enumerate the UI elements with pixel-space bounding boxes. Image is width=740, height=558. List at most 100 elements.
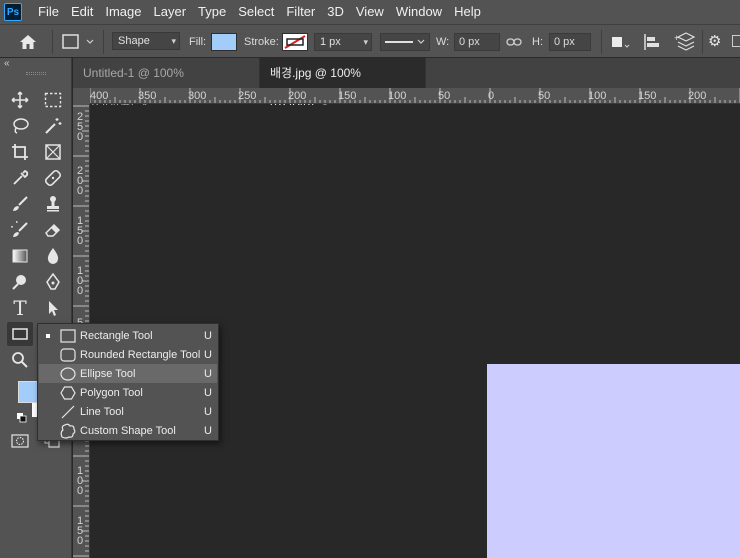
- menu-bar: Ps File Edit Image Layer Type Select Fil…: [0, 0, 740, 24]
- tab-untitled-1[interactable]: Untitled-1 @ 100% (RGB/8#)×: [73, 58, 260, 110]
- eyedropper-tool-icon[interactable]: [7, 166, 33, 190]
- flyout-item-label: Custom Shape Tool: [80, 424, 176, 437]
- menu-filter[interactable]: Filter: [280, 0, 321, 24]
- ruler-label: 1 5 0: [76, 515, 84, 547]
- polygon-icon: [59, 385, 77, 401]
- type-tool-icon[interactable]: T: [7, 296, 33, 320]
- height-field[interactable]: 0 px: [549, 33, 591, 51]
- brush-tool-icon[interactable]: [7, 192, 33, 216]
- document-tab-bar: Untitled-1 @ 100% (RGB/8#)× 배경.jpg @ 100…: [73, 58, 740, 110]
- foreground-color-swatch[interactable]: [18, 381, 38, 403]
- ruler-label: 2 0 0: [76, 165, 84, 197]
- flyout-item-label: Ellipse Tool: [80, 367, 136, 380]
- stroke-type-select[interactable]: [380, 33, 430, 51]
- pen-tool-icon[interactable]: [40, 270, 66, 294]
- flyout-item-label: Line Tool: [80, 405, 124, 418]
- line-icon: [59, 404, 77, 420]
- fill-color-swatch[interactable]: [211, 33, 237, 51]
- menu-select[interactable]: Select: [232, 0, 280, 24]
- eraser-tool-icon[interactable]: [40, 218, 66, 242]
- flyout-item-label: Rounded Rectangle Tool: [80, 348, 201, 361]
- flyout-item-rounded-rectangle[interactable]: Rounded Rectangle Tool U: [39, 345, 217, 364]
- menu-view[interactable]: View: [350, 0, 390, 24]
- menu-edit[interactable]: Edit: [65, 0, 99, 24]
- height-label: H:: [532, 36, 543, 48]
- options-separator: [601, 30, 602, 54]
- menu-image[interactable]: Image: [99, 0, 147, 24]
- tab-background-jpg[interactable]: 배경.jpg @ 100% (RGB/8)×: [260, 58, 426, 110]
- menu-help[interactable]: Help: [448, 0, 487, 24]
- menu-file[interactable]: File: [32, 0, 65, 24]
- gradient-tool-icon[interactable]: [7, 244, 33, 268]
- ruler-label: 350: [138, 90, 157, 102]
- photoshop-logo-icon: Ps: [4, 3, 22, 21]
- ruler-label: 300: [188, 90, 207, 102]
- width-field[interactable]: 0 px: [454, 33, 500, 51]
- ruler-label: 2 5 0: [76, 111, 84, 143]
- crop-tool-icon[interactable]: [7, 140, 33, 164]
- pick-tool-mode-select[interactable]: Shape ▾: [112, 32, 180, 50]
- chevron-down-icon: ▾: [363, 37, 368, 47]
- svg-text:+: +: [674, 33, 679, 43]
- ruler-label: 50: [438, 90, 451, 102]
- path-alignment-icon[interactable]: [642, 33, 664, 51]
- path-operations-icon[interactable]: [610, 34, 630, 50]
- flyout-item-custom-shape[interactable]: Custom Shape Tool U: [39, 421, 217, 440]
- history-brush-tool-icon[interactable]: [7, 218, 33, 242]
- stroke-color-swatch[interactable]: [282, 33, 308, 51]
- panel-grip[interactable]: [26, 72, 46, 75]
- frame-tool-icon[interactable]: [40, 140, 66, 164]
- shortcut-key: U: [204, 386, 212, 399]
- home-icon[interactable]: [18, 33, 38, 51]
- rectangle-icon: [59, 328, 77, 344]
- width-label: W:: [436, 36, 450, 48]
- path-selection-tool-icon[interactable]: [40, 296, 66, 320]
- ruler-label: 1 0 0: [76, 265, 84, 297]
- rounded-rectangle-icon: [59, 347, 77, 363]
- shortcut-key: U: [204, 348, 212, 361]
- menu-type[interactable]: Type: [192, 0, 232, 24]
- ruler-label: 250: [238, 90, 257, 102]
- flyout-item-ellipse[interactable]: Ellipse Tool U: [39, 364, 217, 383]
- stroke-label: Stroke:: [244, 36, 279, 48]
- gear-icon[interactable]: ⚙: [708, 34, 724, 50]
- link-icon[interactable]: [506, 35, 522, 49]
- flyout-item-rectangle[interactable]: Rectangle Tool U: [39, 326, 217, 345]
- clone-stamp-tool-icon[interactable]: [40, 192, 66, 216]
- spot-healing-brush-icon[interactable]: [40, 166, 66, 190]
- options-separator: [702, 30, 703, 54]
- constrain-path-checkbox[interactable]: [732, 35, 740, 47]
- collapse-panel-icon[interactable]: «: [4, 58, 10, 69]
- menu-layer[interactable]: Layer: [148, 0, 193, 24]
- lasso-tool-icon[interactable]: [7, 114, 33, 138]
- ruler-label: 200: [688, 90, 707, 102]
- path-arrangement-icon[interactable]: +: [674, 32, 698, 52]
- flyout-item-polygon[interactable]: Polygon Tool U: [39, 383, 217, 402]
- quick-mask-icon[interactable]: [11, 434, 29, 448]
- ruler-label: 150: [338, 90, 357, 102]
- dodge-tool-icon[interactable]: [7, 270, 33, 294]
- move-tool-icon[interactable]: [7, 88, 33, 112]
- menu-window[interactable]: Window: [390, 0, 448, 24]
- marquee-tool-icon[interactable]: [40, 88, 66, 112]
- ruler-label: 50: [538, 90, 551, 102]
- document-image[interactable]: [487, 364, 740, 558]
- chevron-down-icon: ▾: [171, 36, 176, 46]
- ruler-origin[interactable]: [73, 88, 90, 104]
- flyout-item-label: Polygon Tool: [80, 386, 143, 399]
- magic-wand-tool-icon[interactable]: [40, 114, 66, 138]
- default-colors-icon[interactable]: [17, 412, 27, 423]
- tool-preset-picker[interactable]: [60, 33, 96, 51]
- fill-label: Fill:: [189, 36, 207, 48]
- ellipse-icon: [59, 366, 77, 382]
- shortcut-key: U: [204, 367, 212, 380]
- flyout-item-line[interactable]: Line Tool U: [39, 402, 217, 421]
- blur-tool-icon[interactable]: [40, 244, 66, 268]
- shortcut-key: U: [204, 405, 212, 418]
- stroke-width-field[interactable]: 1 px ▾: [314, 33, 372, 51]
- horizontal-ruler[interactable]: 400 350 300 250 200 150 100 50 0 50 100 …: [90, 88, 740, 104]
- menu-3d[interactable]: 3D: [321, 0, 350, 24]
- rectangle-tool-icon[interactable]: [7, 322, 33, 346]
- stroke-width-value: 1 px: [320, 36, 341, 48]
- zoom-tool-icon[interactable]: [7, 348, 33, 372]
